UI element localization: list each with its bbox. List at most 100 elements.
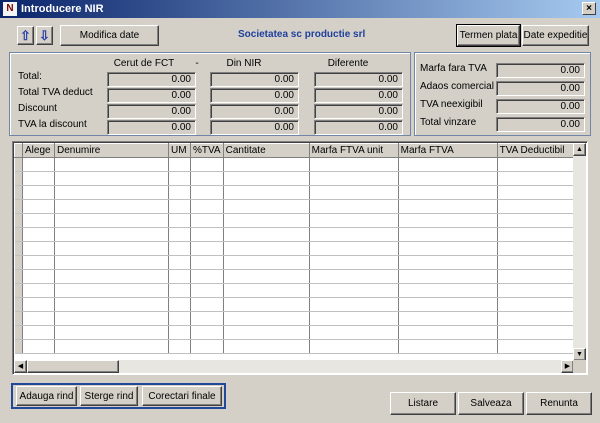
table-cell[interactable] [54,185,169,200]
column-header-um[interactable]: UM [168,143,191,158]
table-cell[interactable] [54,283,169,298]
column-header-tva-percent[interactable]: %TVA [190,143,224,158]
table-cell[interactable] [22,325,55,340]
table-row[interactable] [14,255,580,270]
table-cell[interactable] [190,199,224,214]
row-selector[interactable] [14,157,23,172]
table-cell[interactable] [309,339,399,354]
table-row[interactable] [14,241,580,256]
table-cell[interactable] [309,157,399,172]
table-cell[interactable] [168,213,191,228]
table-cell[interactable] [398,213,498,228]
tva-discount-cerut-field[interactable]: 0.00 [107,120,196,135]
table-cell[interactable] [398,227,498,242]
table-cell[interactable] [398,297,498,312]
table-cell[interactable] [309,227,399,242]
table-cell[interactable] [22,283,55,298]
table-cell[interactable] [497,157,580,172]
row-selector[interactable] [14,241,23,256]
table-cell[interactable] [223,227,310,242]
table-cell[interactable] [190,157,224,172]
table-row[interactable] [14,227,580,242]
table-cell[interactable] [398,241,498,256]
table-cell[interactable] [190,311,224,326]
total-diff-field[interactable]: 0.00 [314,72,403,87]
table-cell[interactable] [190,325,224,340]
table-cell[interactable] [497,241,580,256]
table-cell[interactable] [54,297,169,312]
scroll-left-icon[interactable]: ◀ [14,360,27,373]
tva-deduct-cerut-field[interactable]: 0.00 [107,88,196,103]
table-cell[interactable] [54,241,169,256]
table-cell[interactable] [223,213,310,228]
row-selector[interactable] [14,171,23,186]
table-cell[interactable] [190,339,224,354]
table-row[interactable] [14,171,580,186]
table-row[interactable] [14,325,580,340]
table-cell[interactable] [309,185,399,200]
table-row[interactable] [14,185,580,200]
table-cell[interactable] [398,269,498,284]
tva-neexigibil-field[interactable]: 0.00 [496,99,585,114]
list-button[interactable]: Listare [390,392,456,415]
table-cell[interactable] [497,185,580,200]
table-cell[interactable] [54,269,169,284]
table-cell[interactable] [168,185,191,200]
table-cell[interactable] [22,157,55,172]
table-cell[interactable] [22,269,55,284]
scroll-up-icon[interactable]: ▲ [573,143,586,156]
row-selector[interactable] [14,297,23,312]
tva-deduct-diff-field[interactable]: 0.00 [314,88,403,103]
table-cell[interactable] [497,171,580,186]
table-cell[interactable] [190,269,224,284]
discount-diff-field[interactable]: 0.00 [314,104,403,119]
table-cell[interactable] [168,339,191,354]
table-cell[interactable] [54,199,169,214]
row-selector[interactable] [14,283,23,298]
vertical-scrollbar[interactable]: ▲ ▼ [573,143,586,361]
horizontal-scrollbar[interactable]: ◀ ▶ [14,360,574,373]
table-cell[interactable] [22,241,55,256]
row-selector[interactable] [14,339,23,354]
row-selector[interactable] [14,185,23,200]
row-selector[interactable] [14,227,23,242]
table-cell[interactable] [54,157,169,172]
marfa-fara-tva-field[interactable]: 0.00 [496,63,585,78]
table-cell[interactable] [54,171,169,186]
table-cell[interactable] [54,255,169,270]
table-cell[interactable] [168,269,191,284]
table-cell[interactable] [309,283,399,298]
tva-discount-nir-field[interactable]: 0.00 [210,120,299,135]
row-selector[interactable] [14,199,23,214]
row-selector[interactable] [14,325,23,340]
table-cell[interactable] [497,311,580,326]
table-cell[interactable] [398,157,498,172]
table-cell[interactable] [398,199,498,214]
table-cell[interactable] [168,227,191,242]
table-cell[interactable] [398,311,498,326]
table-cell[interactable] [398,171,498,186]
table-row[interactable] [14,311,580,326]
table-cell[interactable] [398,339,498,354]
table-cell[interactable] [22,227,55,242]
table-cell[interactable] [190,185,224,200]
shipping-data-button[interactable]: Date expeditie [522,25,589,46]
table-cell[interactable] [309,199,399,214]
up-arrow-button[interactable]: ⇧ [17,26,34,45]
table-row[interactable] [14,283,580,298]
table-cell[interactable] [22,297,55,312]
column-header-marfa-ftva[interactable]: Marfa FTVA [397,143,498,158]
table-cell[interactable] [309,297,399,312]
table-cell[interactable] [497,213,580,228]
table-cell[interactable] [223,171,310,186]
modify-data-button[interactable]: Modifica date [60,25,159,46]
table-cell[interactable] [190,171,224,186]
table-cell[interactable] [497,269,580,284]
table-cell[interactable] [22,171,55,186]
table-cell[interactable] [190,255,224,270]
table-cell[interactable] [497,227,580,242]
table-cell[interactable] [190,227,224,242]
save-button[interactable]: Salveaza [458,392,524,415]
table-row[interactable] [14,199,580,214]
table-cell[interactable] [168,241,191,256]
